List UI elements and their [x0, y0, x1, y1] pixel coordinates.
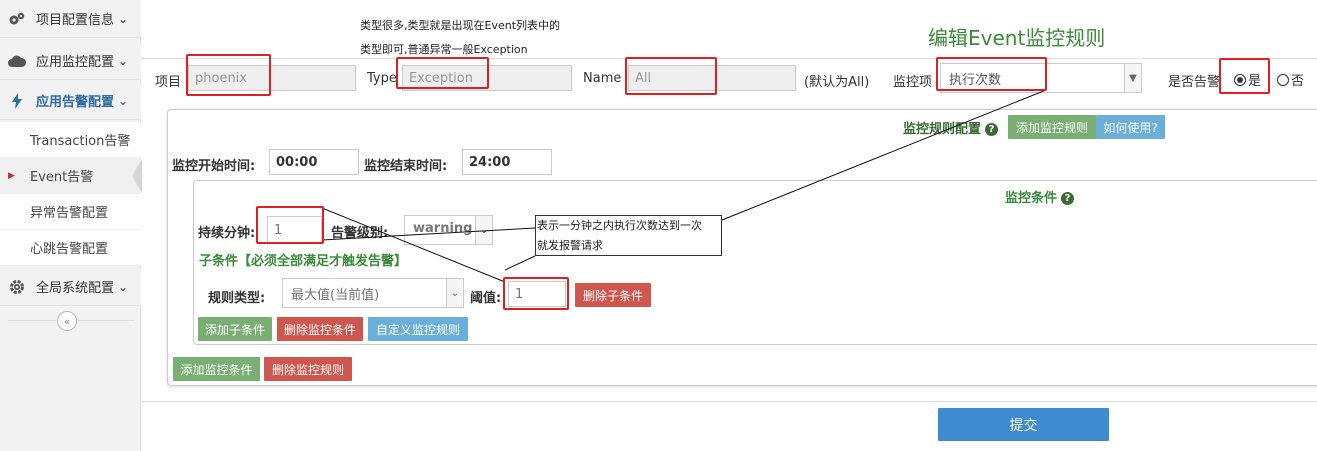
nav-project-config[interactable]: 项目配置信息 ⌄	[0, 0, 141, 38]
radio-unchecked-icon	[1277, 73, 1289, 86]
sidebar-item-transaction-alert[interactable]: Transaction告警	[0, 122, 141, 158]
delete-subcondition-button[interactable]: 删除子条件	[575, 283, 651, 307]
annotation-callout: 表示一分钟之内执行次数达到一次 就发报警请求	[535, 215, 722, 256]
add-rule-button[interactable]: 添加监控规则	[1008, 115, 1096, 139]
type-hint-line-1: 类型很多,类型就是出现在Event列表中的	[360, 19, 561, 32]
nav-label: 应用告警配置	[36, 95, 115, 110]
nav-label: 全局系统配置	[36, 281, 115, 296]
divider	[78, 320, 134, 321]
chevron-down-icon: ⌄	[118, 279, 129, 294]
start-time-input[interactable]	[269, 149, 359, 175]
duration-label: 持续分钟:	[198, 226, 256, 241]
page-title: 编辑Event监控规则	[928, 26, 1106, 50]
sub-item-label: 异常告警配置	[30, 206, 109, 221]
chevron-down-icon: ▼	[1124, 64, 1141, 92]
alert-label: 是否告警	[1168, 75, 1221, 90]
condition-title: 监控条件?	[1005, 187, 1075, 206]
condition-title-text: 监控条件	[1005, 191, 1058, 206]
threshold-label: 阈值:	[470, 291, 502, 306]
sidebar-item-event-alert[interactable]: ▶ Event告警	[0, 158, 141, 194]
bolt-icon	[6, 92, 28, 109]
caret-right-icon: ▶	[8, 170, 15, 181]
alert-no-radio[interactable]: 否	[1277, 70, 1304, 89]
double-chevron-left-icon: «	[63, 314, 71, 328]
sidebar-item-exception-alert[interactable]: 异常告警配置	[0, 194, 141, 230]
sidebar: 项目配置信息 ⌄ 应用监控配置 ⌄ 应用告警配置 ⌄ Transaction告警…	[0, 0, 141, 451]
cloud-icon	[6, 54, 28, 68]
alert-level-label: 告警级别:	[331, 226, 389, 241]
divider	[8, 320, 56, 321]
active-item-pointer	[132, 159, 142, 193]
delete-rule-button[interactable]: 删除监控规则	[264, 357, 352, 381]
rule-config-title: 监控规则配置?	[903, 118, 999, 137]
gears-icon	[6, 11, 28, 27]
annotation-box-alert-yes	[1219, 58, 1270, 94]
annotation-box-duration	[256, 206, 324, 244]
monitor-item-label: 监控项	[893, 75, 933, 90]
alert-no-label: 否	[1291, 74, 1305, 89]
name-default-note: (默认为All)	[804, 75, 870, 90]
add-condition-button[interactable]: 添加监控条件	[173, 357, 260, 381]
divider	[141, 58, 1317, 59]
question-icon[interactable]: ?	[985, 123, 999, 136]
divider	[141, 401, 1317, 402]
annotation-box-monitor-item	[936, 57, 1047, 91]
submit-button[interactable]: 提交	[938, 408, 1109, 441]
delete-condition-button[interactable]: 删除监控条件	[277, 317, 363, 341]
alert-level-value: warning	[413, 221, 473, 236]
end-time-input[interactable]	[462, 149, 552, 175]
rule-config-title-text: 监控规则配置	[903, 122, 982, 137]
question-icon[interactable]: ?	[1061, 192, 1075, 205]
sidebar-collapse-button[interactable]: «	[57, 311, 77, 331]
alert-level-select[interactable]: warning ⌄	[404, 215, 493, 245]
project-label: 项目	[155, 75, 182, 90]
sidebar-item-heartbeat-alert[interactable]: 心跳告警配置	[0, 230, 141, 266]
nav-app-monitor-config[interactable]: 应用监控配置 ⌄	[0, 42, 141, 80]
gear-icon	[6, 279, 28, 295]
annotation-box-project	[186, 54, 271, 96]
type-label: Type	[367, 71, 397, 86]
chevron-down-icon: ⌄	[475, 216, 492, 244]
nav-label: 应用监控配置	[36, 55, 115, 70]
sub-item-label: Event告警	[30, 170, 94, 185]
name-label: Name	[583, 71, 622, 86]
type-hint-line-2: 类型即可,普通异常一般Exception	[360, 43, 528, 56]
sub-item-label: Transaction告警	[30, 134, 131, 149]
end-time-label: 监控结束时间:	[364, 159, 448, 174]
rule-type-label: 规则类型:	[208, 291, 266, 306]
chevron-down-icon: ⌄	[118, 53, 129, 68]
nav-global-system-config[interactable]: 全局系统配置 ⌄	[0, 268, 141, 306]
subcondition-title: 子条件【必须全部满足才触发告警】	[199, 254, 408, 269]
rule-type-value: 最大值(当前值)	[291, 288, 380, 303]
chevron-down-icon: ⌄	[118, 93, 129, 108]
how-to-button[interactable]: 如何使用?	[1096, 115, 1165, 139]
add-subcondition-button[interactable]: 添加子条件	[198, 317, 272, 341]
nav-app-alert-config[interactable]: 应用告警配置 ⌄	[0, 82, 141, 120]
annotation-box-type	[396, 57, 489, 89]
nav-label: 项目配置信息	[36, 13, 115, 28]
callout-line-2: 就发报警请求	[537, 239, 603, 252]
sub-item-label: 心跳告警配置	[30, 242, 109, 257]
custom-rule-button[interactable]: 自定义监控规则	[368, 317, 468, 341]
annotation-box-name	[625, 57, 717, 95]
chevron-down-icon: ⌄	[118, 11, 129, 26]
start-time-label: 监控开始时间:	[172, 159, 256, 174]
rule-type-select[interactable]: 最大值(当前值) ⌄	[282, 278, 464, 308]
annotation-box-threshold	[503, 277, 569, 310]
chevron-down-icon: ⌄	[446, 279, 463, 307]
callout-line-1: 表示一分钟之内执行次数达到一次	[537, 219, 702, 232]
